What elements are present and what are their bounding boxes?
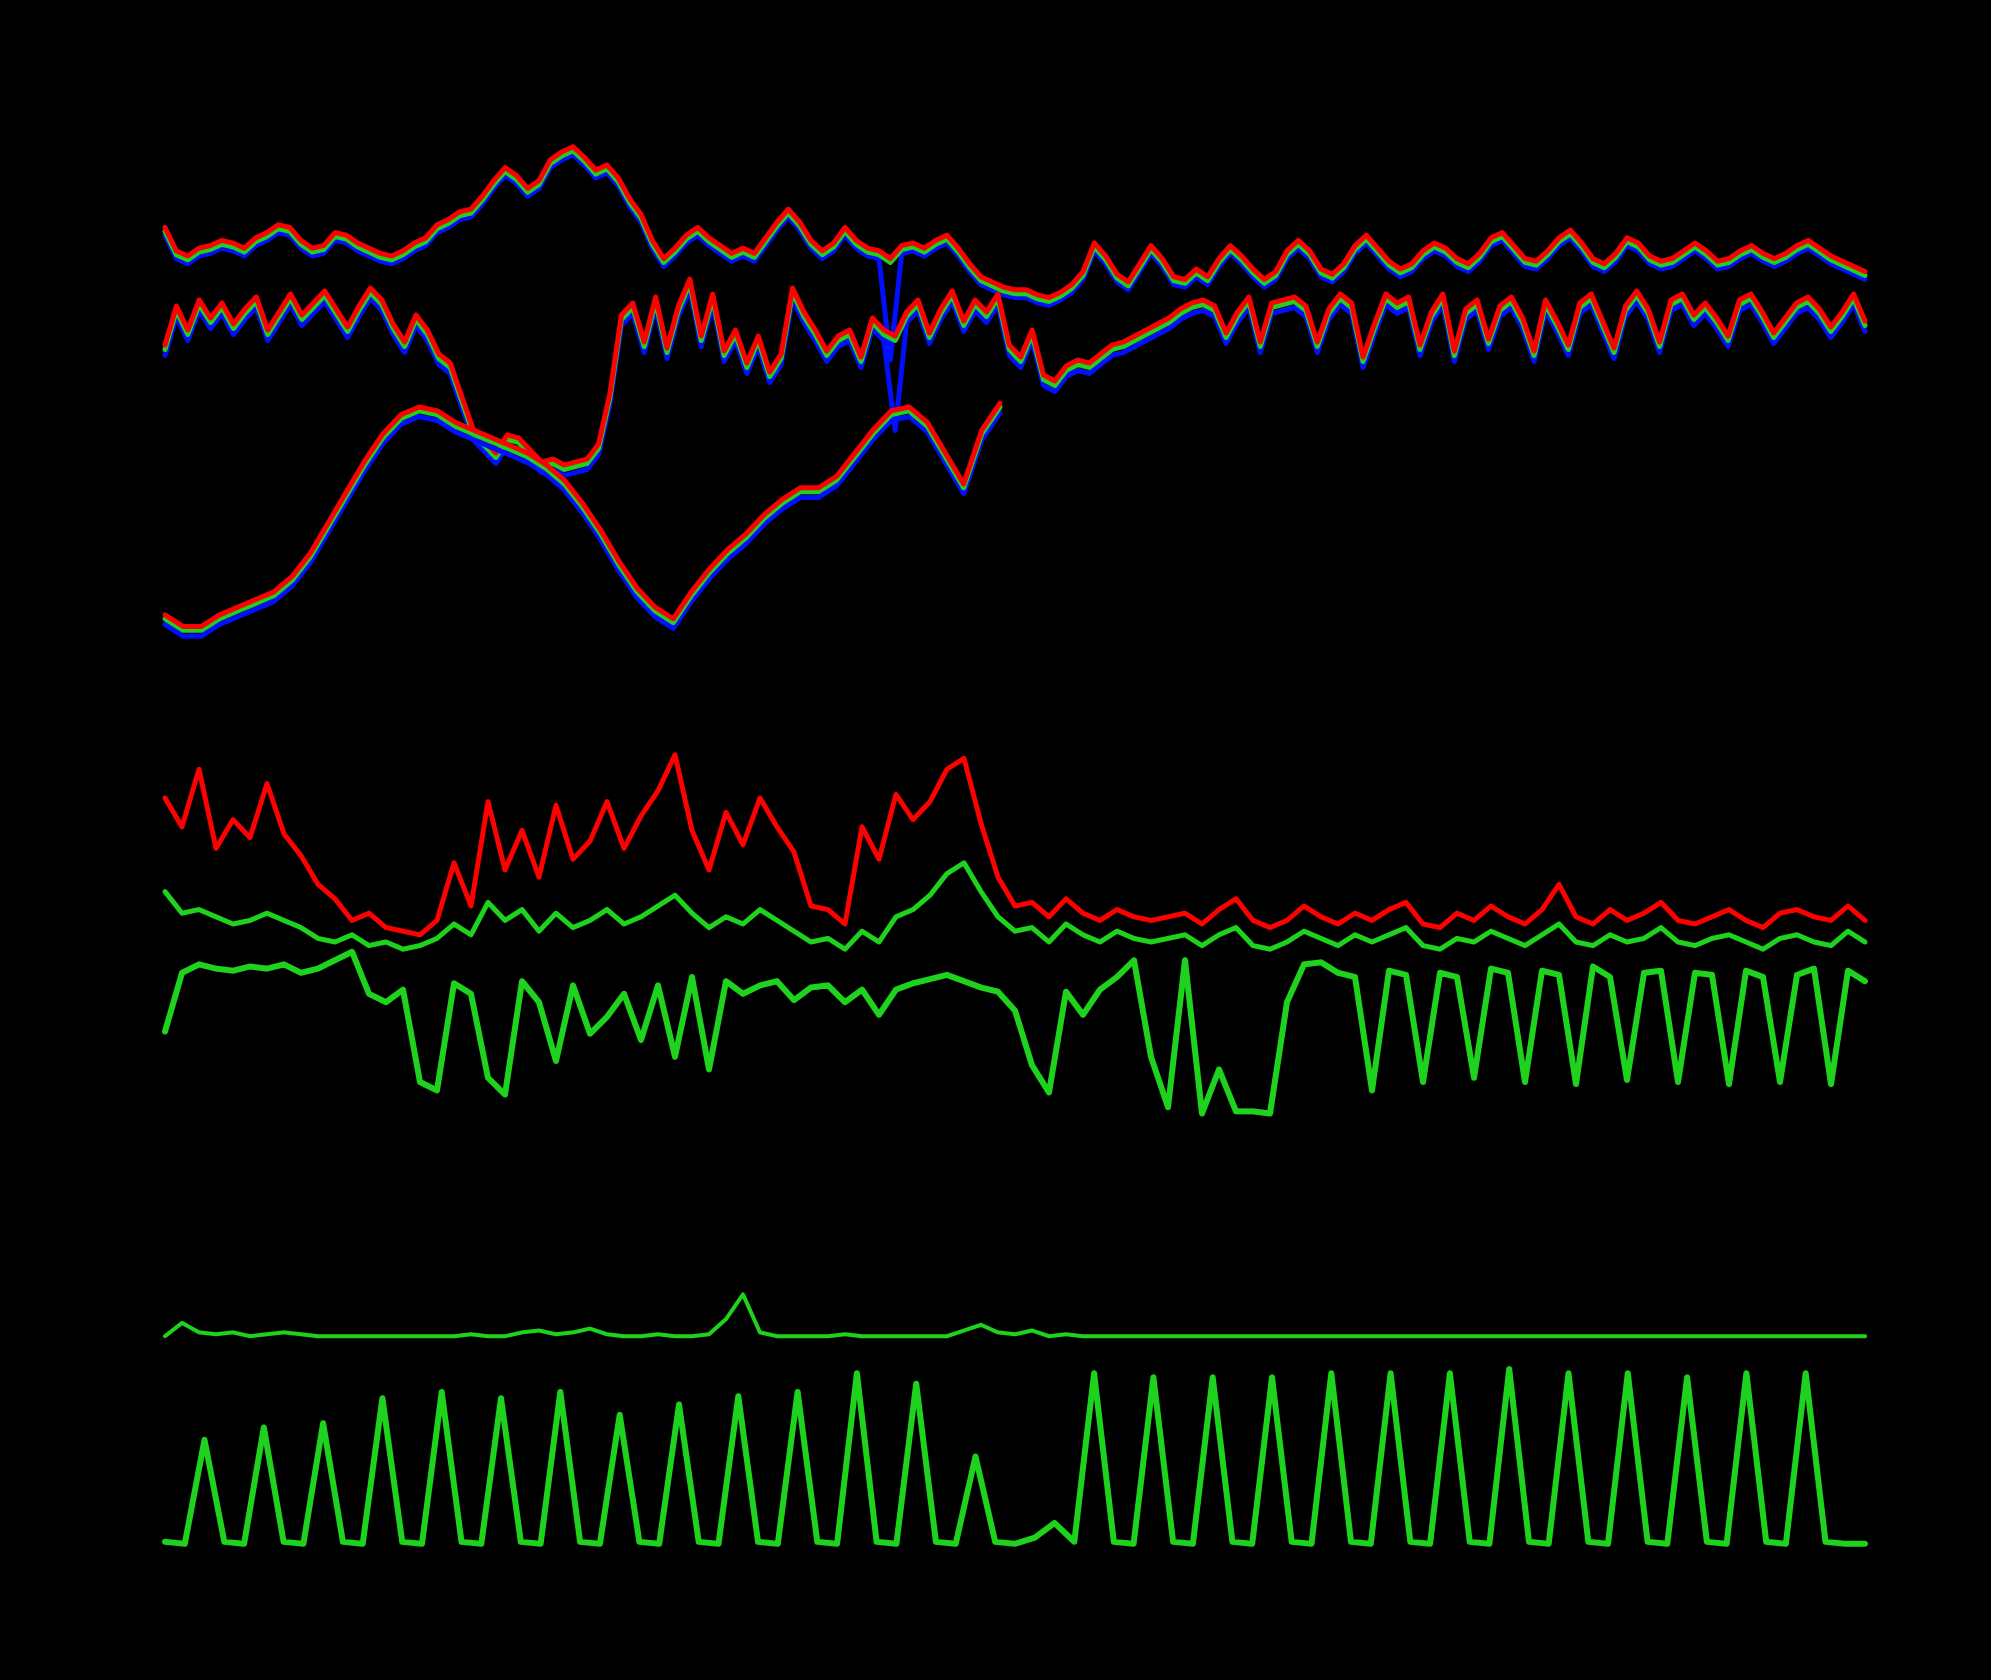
series-line-p3-blue — [162, 410, 1003, 639]
panel-p4 — [162, 752, 1868, 952]
panel-p3 — [162, 400, 1003, 639]
panel-p7 — [162, 1366, 1868, 1547]
chart-svg — [162, 144, 1868, 1547]
series-line-p1-red — [162, 144, 1868, 301]
series-line-p1-green — [162, 148, 1868, 304]
series-line-p7-green — [162, 1366, 1868, 1547]
series-line-p5-green — [162, 948, 1868, 1117]
series-line-p2-red — [162, 276, 1868, 468]
panel-p2 — [162, 276, 1868, 478]
series-line-p6-green — [163, 1292, 1867, 1339]
figure — [0, 0, 1991, 1680]
series-line-p4-red — [162, 752, 1868, 938]
panel-p6 — [163, 1292, 1867, 1339]
panel-p5 — [162, 948, 1868, 1117]
series-line-p2-green — [162, 281, 1868, 472]
